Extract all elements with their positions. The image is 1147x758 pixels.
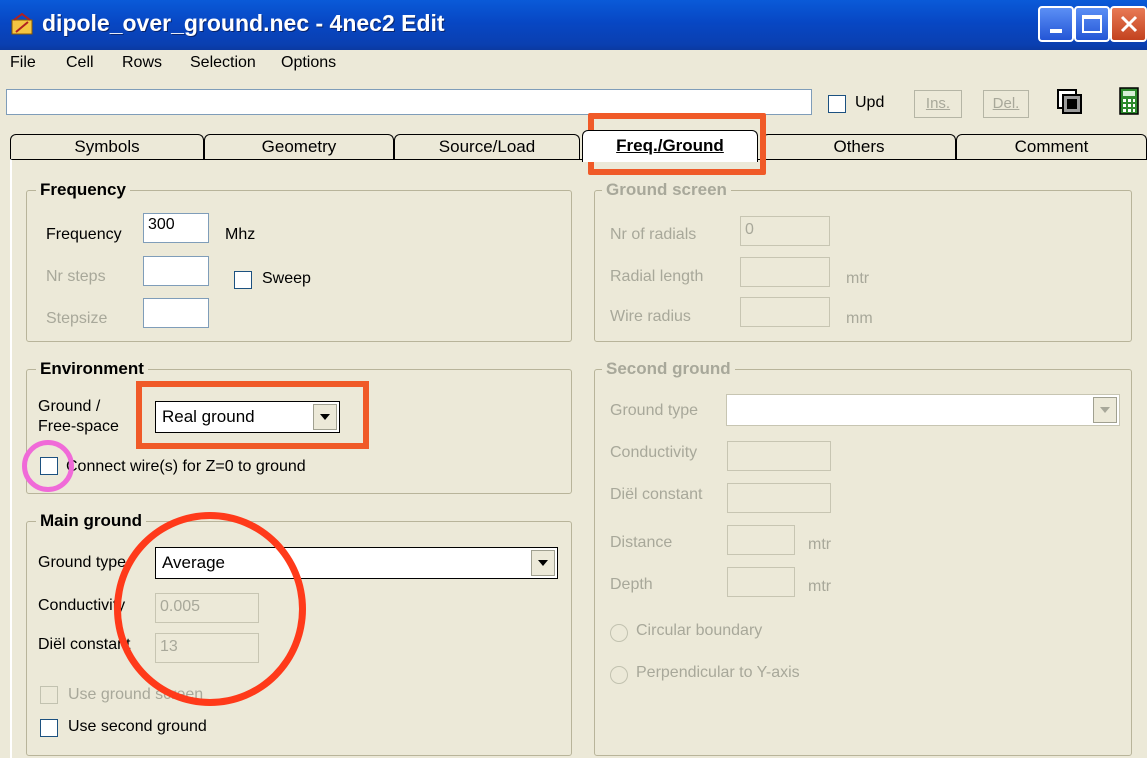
second-ground-type-dropdown-button[interactable] — [1093, 397, 1117, 423]
depth-input[interactable] — [727, 567, 795, 597]
second-diel-input[interactable] — [727, 483, 831, 513]
ground-label-line2: Free-space — [38, 418, 119, 435]
nr-steps-label: Nr steps — [46, 268, 106, 285]
main-ground-highlight-circle — [114, 512, 306, 706]
perpendicular-label: Perpendicular to Y-axis — [636, 664, 800, 681]
second-diel-label: Diël constant — [610, 486, 703, 503]
depth-unit: mtr — [808, 578, 832, 595]
close-button[interactable] — [1110, 6, 1147, 42]
upd-label: Upd — [855, 94, 885, 111]
second-ground-title: Second ground — [602, 359, 735, 379]
second-conductivity-input[interactable] — [727, 441, 831, 471]
tab-comment[interactable]: Comment — [956, 134, 1147, 160]
close-icon — [1120, 15, 1137, 33]
checkbox-highlight-circle — [22, 440, 74, 492]
frequency-title: Frequency — [36, 180, 130, 200]
maximize-icon — [1082, 15, 1102, 33]
minimize-icon — [1050, 29, 1062, 33]
tab-source-load[interactable]: Source/Load — [394, 134, 580, 160]
maximize-button[interactable] — [1074, 6, 1110, 42]
depth-label: Depth — [610, 576, 653, 593]
del-button[interactable]: Del. — [983, 90, 1029, 118]
wire-radius-unit: mm — [846, 310, 873, 327]
chevron-down-icon — [538, 560, 548, 566]
frequency-unit: Mhz — [225, 226, 256, 243]
radial-length-unit: mtr — [846, 270, 870, 287]
upd-checkbox[interactable] — [828, 95, 846, 113]
radial-length-input[interactable] — [740, 257, 830, 287]
nr-steps-input[interactable] — [143, 256, 209, 286]
ins-button[interactable]: Ins. — [914, 90, 962, 118]
tab-others[interactable]: Others — [762, 134, 956, 160]
tab-symbols[interactable]: Symbols — [10, 134, 204, 160]
second-ground-type-label: Ground type — [610, 402, 699, 419]
menu-cell[interactable]: Cell — [66, 54, 94, 72]
second-conductivity-label: Conductivity — [610, 444, 698, 461]
menu-options[interactable]: Options — [281, 54, 336, 72]
distance-unit: mtr — [808, 536, 832, 553]
chevron-down-icon — [1100, 407, 1110, 413]
radials-input[interactable]: 0 — [740, 216, 830, 246]
menu-selection[interactable]: Selection — [190, 54, 256, 72]
ground-type-dropdown-button[interactable] — [531, 550, 555, 576]
frequency-group — [26, 190, 572, 342]
calculator-icon[interactable] — [1114, 86, 1144, 116]
conductivity-label: Conductivity — [38, 597, 126, 614]
distance-label: Distance — [610, 534, 673, 551]
wire-radius-input[interactable] — [740, 297, 830, 327]
tab-freq-ground[interactable]: Freq./Ground — [582, 130, 758, 162]
diel-constant-label: Diël constant — [38, 636, 131, 653]
frequency-label: Frequency — [46, 226, 122, 243]
main-ground-title: Main ground — [36, 511, 146, 531]
copy-icon[interactable] — [1054, 86, 1084, 116]
menu-file[interactable]: File — [10, 54, 36, 72]
stepsize-input[interactable] — [143, 298, 209, 328]
radial-length-label: Radial length — [610, 268, 704, 285]
wire-radius-label: Wire radius — [610, 308, 691, 325]
tab-geometry[interactable]: Geometry — [204, 134, 394, 160]
use-ground-screen-checkbox[interactable] — [40, 686, 58, 704]
ground-label-line1: Ground / — [38, 398, 101, 415]
title-bar: dipole_over_ground.nec - 4nec2 Edit — [0, 0, 1147, 50]
radials-label: Nr of radials — [610, 226, 697, 243]
menu-rows[interactable]: Rows — [122, 54, 162, 72]
stepsize-label: Stepsize — [46, 310, 108, 327]
frequency-input[interactable]: 300 — [143, 213, 209, 243]
sweep-checkbox[interactable] — [234, 271, 252, 289]
use-second-ground-label: Use second ground — [68, 718, 207, 735]
second-ground-group — [594, 369, 1132, 756]
circular-boundary-label: Circular boundary — [636, 622, 763, 639]
perpendicular-radio[interactable] — [610, 666, 628, 684]
minimize-button[interactable] — [1038, 6, 1074, 42]
ground-select-highlight-box — [136, 381, 369, 449]
ground-screen-title: Ground screen — [602, 180, 731, 200]
window-title: dipole_over_ground.nec - 4nec2 Edit — [42, 10, 445, 36]
app-icon — [11, 12, 33, 35]
tab-strip: Symbols Geometry Source/Load Freq./Groun… — [0, 128, 1147, 162]
menu-bar: File Cell Rows Selection Options — [0, 50, 1147, 80]
environment-title: Environment — [36, 359, 148, 379]
connect-ground-label: Connect wire(s) for Z=0 to ground — [66, 458, 306, 475]
second-ground-type-select[interactable] — [726, 394, 1120, 426]
sweep-label: Sweep — [262, 270, 311, 287]
circular-boundary-radio[interactable] — [610, 624, 628, 642]
cell-edit-input[interactable] — [6, 89, 812, 115]
distance-input[interactable] — [727, 525, 795, 555]
use-second-ground-checkbox[interactable] — [40, 719, 58, 737]
ground-type-label: Ground type — [38, 554, 127, 571]
